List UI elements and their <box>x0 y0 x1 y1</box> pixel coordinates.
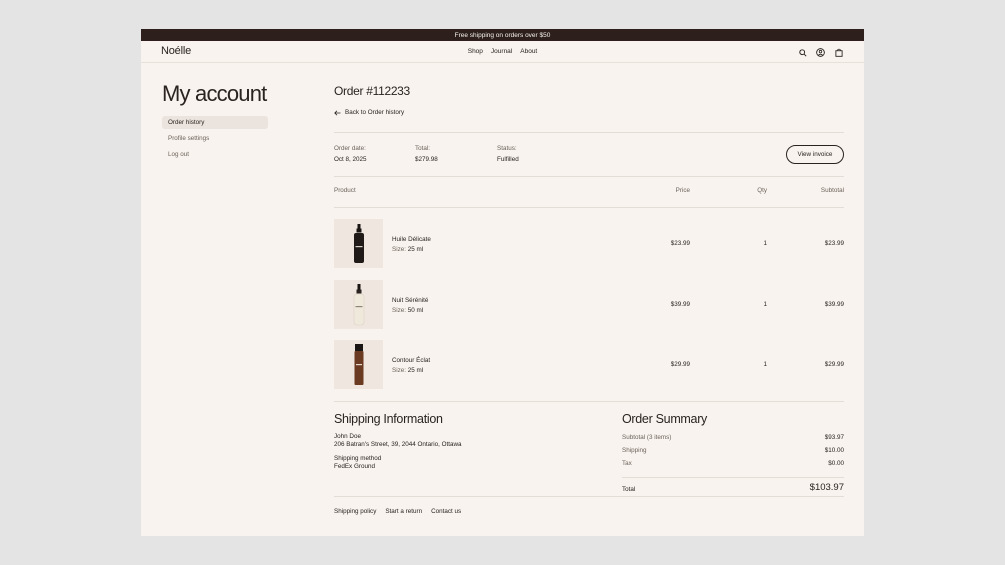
column-product: Product <box>334 187 356 194</box>
sidebar-item-log-out[interactable]: Log out <box>162 148 268 161</box>
nav-link-about[interactable]: About <box>520 48 537 55</box>
summary-total: Total $103.97 <box>622 477 844 495</box>
user-icon[interactable] <box>815 47 826 58</box>
product-size: Size: 25 ml <box>392 366 430 376</box>
order-detail: Order #112233 Back to Order history Orde… <box>334 84 844 515</box>
column-subtotal: Subtotal <box>820 187 844 194</box>
footer-link-shipping-policy[interactable]: Shipping policy <box>334 508 376 515</box>
summary-total-value: $103.97 <box>809 482 844 493</box>
shipping-method-value: FedEx Ground <box>334 463 375 470</box>
product-subtotal: $23.99 <box>824 240 844 247</box>
column-price: Price <box>675 187 690 194</box>
footer-link-contact-us[interactable]: Contact us <box>431 508 461 515</box>
divider <box>334 401 844 402</box>
order-title: Order #112233 <box>334 84 410 98</box>
shipping-method-label: Shipping method <box>334 455 382 462</box>
product-info: Huile Délicate Size: 25 ml <box>392 235 431 254</box>
order-status: Status: Fulfilled <box>497 145 519 163</box>
summary-subtotal: Subtotal (3 items) $93.97 <box>622 433 844 446</box>
product-image[interactable] <box>334 219 383 268</box>
summary-total-label: Total <box>622 486 636 493</box>
nav-link-journal[interactable]: Journal <box>491 48 512 55</box>
product-size-value: 50 ml <box>407 306 424 314</box>
summary-subtotal-label: Subtotal (3 items) <box>622 434 672 441</box>
product-qty: 1 <box>763 240 767 247</box>
footer-links: Shipping policy Start a return Contact u… <box>334 508 461 515</box>
order-date: Order date: Oct 8, 2025 <box>334 145 367 163</box>
table-row: Huile Délicate Size: 25 ml $23.99 1 $23.… <box>334 219 844 269</box>
nav-link-shop[interactable]: Shop <box>468 48 483 55</box>
summary-tax-value: $0.00 <box>828 460 844 467</box>
order-meta: Order date: Oct 8, 2025 Total: $279.98 S… <box>334 145 844 175</box>
product-size-label: Size: <box>392 366 406 374</box>
product-name[interactable]: Huile Délicate <box>392 235 431 245</box>
product-size-value: 25 ml <box>407 366 424 374</box>
nav-links: Shop Journal About <box>141 48 864 55</box>
nav-icons <box>797 47 844 58</box>
page-title: My account <box>162 81 267 106</box>
order-date-label: Order date: <box>334 145 366 152</box>
order-summary: Order Summary Subtotal (3 items) $93.97 … <box>622 412 844 495</box>
summary-shipping-label: Shipping <box>622 447 647 454</box>
product-subtotal: $29.99 <box>824 361 844 368</box>
view-invoice-button[interactable]: View invoice <box>786 145 844 164</box>
bag-icon[interactable] <box>833 47 844 58</box>
summary-title: Order Summary <box>622 412 708 426</box>
table-header: Product Price Qty Subtotal <box>334 187 844 197</box>
product-size-label: Size: <box>392 306 406 314</box>
page-frame: Free shipping on orders over $50 Noélle … <box>141 29 864 536</box>
account-sidebar: My account Order history Profile setting… <box>162 81 268 164</box>
product-image[interactable] <box>334 280 383 329</box>
shipping-name: John Doe <box>334 433 361 440</box>
order-status-value: Fulfilled <box>497 156 519 163</box>
order-status-label: Status: <box>497 145 517 152</box>
product-price: $29.99 <box>670 361 690 368</box>
promo-banner: Free shipping on orders over $50 <box>141 29 864 41</box>
product-image[interactable] <box>334 340 383 389</box>
shipping-address: 206 Batran's Street, 39, 2044 Ontario, O… <box>334 441 462 448</box>
divider <box>334 132 844 133</box>
search-icon[interactable] <box>797 47 808 58</box>
divider <box>334 207 844 208</box>
summary-subtotal-value: $93.97 <box>824 434 844 441</box>
arrow-left-icon <box>334 110 341 115</box>
table-row: Nuit Sérénité Size: 50 ml $39.99 1 $39.9… <box>334 280 844 330</box>
product-price: $39.99 <box>670 301 690 308</box>
summary-tax: Tax $0.00 <box>622 459 844 472</box>
order-total-value: $279.98 <box>415 156 438 163</box>
product-name[interactable]: Contour Éclat <box>392 356 430 366</box>
product-size-label: Size: <box>392 245 406 253</box>
product-subtotal: $39.99 <box>824 301 844 308</box>
product-info: Contour Éclat Size: 25 ml <box>392 356 430 375</box>
promo-banner-text: Free shipping on orders over $50 <box>454 31 551 39</box>
shipping-information: Shipping Information John Doe 206 Batran… <box>334 412 534 471</box>
sidebar-item-profile-settings[interactable]: Profile settings <box>162 132 268 145</box>
product-price: $23.99 <box>670 240 690 247</box>
back-link[interactable]: Back to Order history <box>334 109 844 116</box>
summary-shipping: Shipping $10.00 <box>622 446 844 459</box>
order-date-value: Oct 8, 2025 <box>334 156 367 163</box>
top-nav: Noélle Shop Journal About <box>141 41 864 63</box>
back-link-label: Back to Order history <box>345 109 405 116</box>
order-total-label: Total: <box>415 145 431 152</box>
product-size: Size: 25 ml <box>392 245 431 255</box>
table-row: Contour Éclat Size: 25 ml $29.99 1 $29.9… <box>334 340 844 390</box>
order-total: Total: $279.98 <box>415 145 438 163</box>
product-qty: 1 <box>763 361 767 368</box>
sidebar-item-order-history[interactable]: Order history <box>162 116 268 129</box>
summary-tax-label: Tax <box>622 460 632 467</box>
column-qty: Qty <box>757 187 767 194</box>
product-info: Nuit Sérénité Size: 50 ml <box>392 296 428 315</box>
product-name[interactable]: Nuit Sérénité <box>392 296 428 306</box>
footer-link-start-return[interactable]: Start a return <box>385 508 422 515</box>
divider <box>334 496 844 497</box>
product-qty: 1 <box>763 301 767 308</box>
product-size-value: 25 ml <box>407 245 424 253</box>
product-size: Size: 50 ml <box>392 306 428 316</box>
shipping-title: Shipping Information <box>334 412 443 426</box>
divider <box>334 176 844 177</box>
summary-shipping-value: $10.00 <box>824 447 844 454</box>
